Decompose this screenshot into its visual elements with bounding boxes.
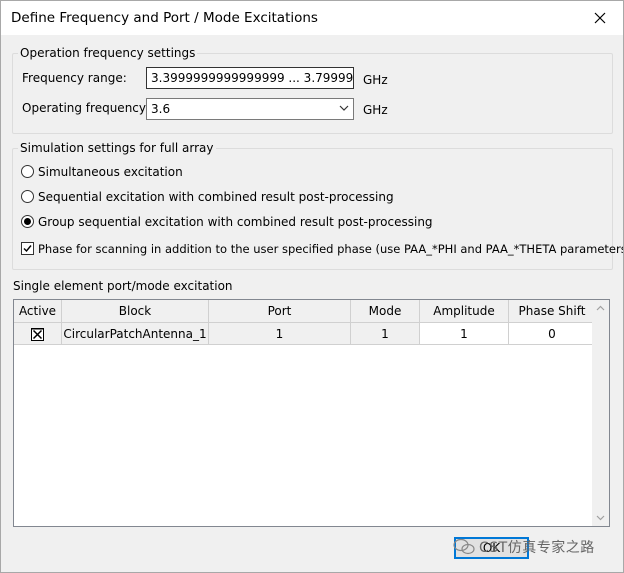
table-header-row: Active Block Port Mode Amplitude Phase S… (14, 300, 596, 323)
operating-frequency-unit: GHz (363, 103, 388, 117)
col-header-block[interactable]: Block (61, 300, 209, 323)
radio-simultaneous[interactable] (21, 165, 34, 178)
checked-x-checkbox-icon[interactable] (31, 327, 44, 341)
phase-scanning-label[interactable]: Phase for scanning in addition to the us… (38, 242, 623, 256)
scroll-up-icon[interactable] (592, 300, 609, 317)
phase-scanning-checkbox[interactable] (21, 242, 34, 255)
port-cell: 1 (208, 322, 351, 345)
title-bar: Define Frequency and Port / Mode Excitat… (1, 1, 623, 35)
col-header-phase-shift[interactable]: Phase Shift (508, 300, 596, 323)
frequency-range-unit: GHz (363, 73, 388, 87)
window-title: Define Frequency and Port / Mode Excitat… (11, 10, 318, 26)
frequency-range-field[interactable]: 3.3999999999999999 ... 3.799999999999999… (146, 67, 354, 89)
excitation-section-label: Single element port/mode excitation (13, 279, 233, 293)
block-cell: CircularPatchAntenna_1 (61, 322, 209, 345)
excitation-table[interactable]: Active Block Port Mode Amplitude Phase S… (13, 299, 610, 527)
operating-frequency-combo[interactable]: 3.6 (146, 98, 354, 120)
frequency-range-label: Frequency range: (22, 71, 127, 85)
dialog-window: Define Frequency and Port / Mode Excitat… (0, 0, 624, 573)
watermark: CST仿真专家之路 (453, 534, 595, 560)
operation-frequency-group (12, 53, 613, 134)
col-header-amplitude[interactable]: Amplitude (419, 300, 509, 323)
radio-sequential-label[interactable]: Sequential excitation with combined resu… (38, 190, 394, 204)
close-icon (594, 12, 606, 24)
close-button[interactable] (577, 1, 623, 35)
col-header-mode[interactable]: Mode (350, 300, 420, 323)
operating-frequency-label: Operating frequency: (22, 101, 150, 115)
phase-shift-cell[interactable]: 0 (508, 322, 596, 345)
amplitude-cell[interactable]: 1 (419, 322, 509, 345)
radio-simultaneous-label[interactable]: Simultaneous excitation (38, 165, 183, 179)
radio-group-sequential-label[interactable]: Group sequential excitation with combine… (38, 215, 433, 229)
radio-sequential[interactable] (21, 190, 34, 203)
operating-frequency-value: 3.6 (151, 102, 171, 116)
active-cell[interactable] (14, 322, 62, 345)
col-header-port[interactable]: Port (208, 300, 351, 323)
checkmark-icon (23, 245, 32, 253)
radio-group-sequential[interactable] (21, 215, 34, 228)
col-header-active[interactable]: Active (14, 300, 62, 323)
watermark-text: CST仿真专家之路 (479, 540, 595, 556)
wechat-logo-icon (453, 538, 475, 555)
scroll-down-icon[interactable] (592, 509, 609, 526)
mode-cell: 1 (350, 322, 420, 345)
simulation-settings-group-label: Simulation settings for full array (18, 141, 216, 155)
table-row: CircularPatchAntenna_1 1 1 1 0 (14, 322, 596, 345)
vertical-scrollbar[interactable] (592, 300, 609, 526)
chevron-down-icon (339, 105, 349, 111)
operation-frequency-group-label: Operation frequency settings (18, 46, 198, 60)
